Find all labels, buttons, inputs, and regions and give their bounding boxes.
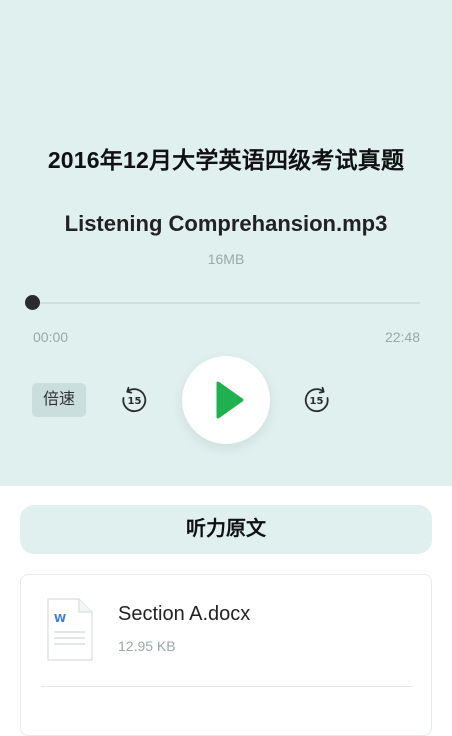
transcript-header: 听力原文 xyxy=(20,505,432,554)
current-time: 00:00 xyxy=(33,329,69,345)
file-size: 12.95 KB xyxy=(118,638,176,654)
speed-button[interactable]: 倍速 xyxy=(32,383,86,417)
transcript-file-list: W Section A.docx 12.95 KB xyxy=(20,574,432,736)
rewind-15-button[interactable]: 15 xyxy=(119,385,149,415)
rewind-seconds-label: 15 xyxy=(128,396,142,407)
svg-text:W: W xyxy=(54,612,66,625)
word-doc-icon: W xyxy=(47,598,93,661)
forward-15-button[interactable]: 15 xyxy=(302,385,332,415)
player-panel: 2016年12月大学英语四级考试真题 Listening Comprehansi… xyxy=(0,0,452,486)
progress-knob[interactable] xyxy=(25,295,40,310)
rewind-15-icon: 15 xyxy=(122,386,147,413)
divider xyxy=(41,686,413,687)
audio-file-size: 16MB xyxy=(207,251,245,267)
total-time: 22:48 xyxy=(384,329,420,345)
forward-15-icon: 15 xyxy=(304,386,329,413)
play-button[interactable] xyxy=(182,356,270,444)
forward-seconds-label: 15 xyxy=(310,396,324,407)
file-name: Section A.docx xyxy=(118,603,251,625)
audio-title: 2016年12月大学英语四级考试真题 xyxy=(47,147,405,173)
audio-file-name: Listening Comprehansion.mp3 xyxy=(64,211,388,236)
play-icon xyxy=(216,381,244,419)
list-item[interactable]: W Section A.docx 12.95 KB xyxy=(21,575,431,687)
progress-bar[interactable] xyxy=(33,302,420,304)
